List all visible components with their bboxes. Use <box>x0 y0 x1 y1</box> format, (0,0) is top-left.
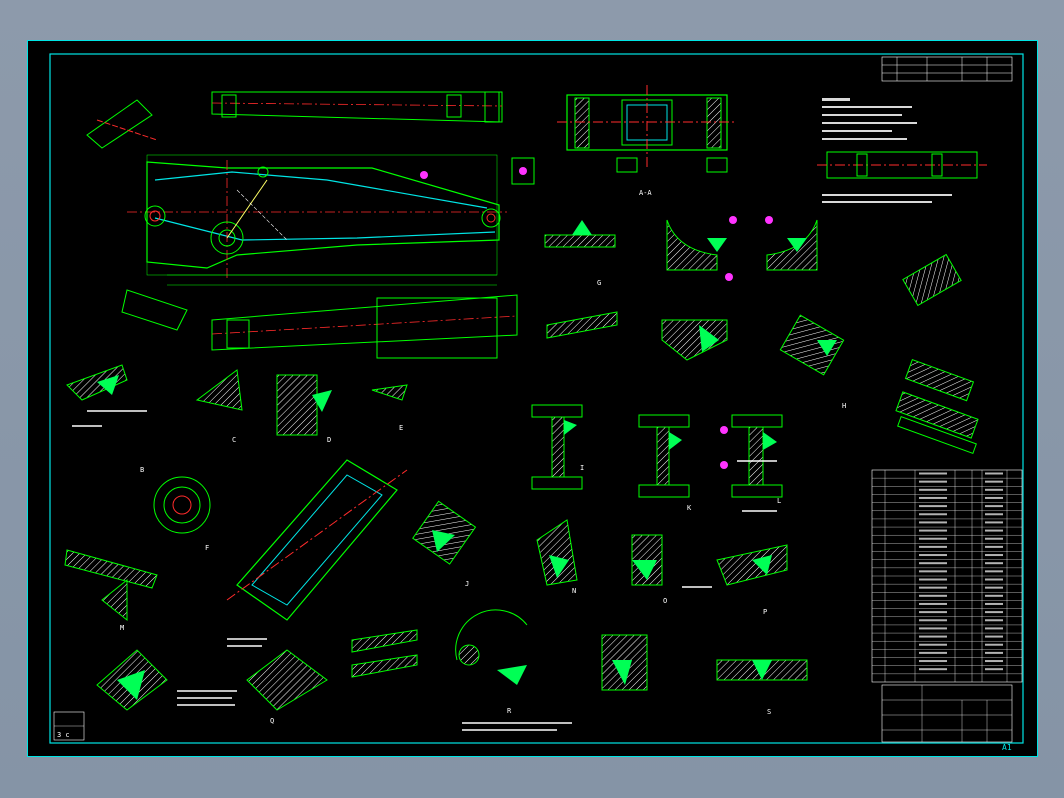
section-label-i: I <box>580 464 584 472</box>
parts-row-text <box>919 627 947 630</box>
parts-row-text <box>919 529 947 532</box>
revision-table <box>881 56 1013 82</box>
detail-top-left <box>86 99 188 331</box>
bottom-left-stamp: 3 c <box>53 711 85 741</box>
parts-row-text <box>985 586 1003 589</box>
section-label-o: O <box>663 597 667 605</box>
parts-row-text <box>985 496 1003 499</box>
section-label-q: Q <box>270 717 274 725</box>
parts-row-text <box>985 562 1003 565</box>
parts-row-text <box>985 627 1003 630</box>
parts-row-text <box>919 488 947 491</box>
section-label-m: M <box>120 624 124 632</box>
section-label-c: C <box>232 436 236 444</box>
parts-row-text <box>985 651 1003 654</box>
parts-row-text <box>985 668 1003 671</box>
arm-plan-view-bottom <box>211 294 518 359</box>
parts-row-text <box>919 643 947 646</box>
section-labels: B C D E F G H I J K L M N O P Q R S <box>120 279 846 725</box>
parts-row-text <box>985 554 1003 557</box>
parts-row-text <box>985 529 1003 532</box>
cad-viewer: A-A B C D E F G H I J K L M N O P Q R S … <box>0 0 1064 798</box>
parts-row-text <box>919 472 947 475</box>
section-label-s: S <box>767 708 771 716</box>
parts-row-text <box>919 513 947 516</box>
inner-border <box>49 53 1024 744</box>
parts-row-text <box>919 521 947 524</box>
section-label-p: P <box>763 608 767 616</box>
parts-row-text <box>985 472 1003 475</box>
parts-row-text <box>919 554 947 557</box>
drawing-canvas[interactable]: A-A B C D E F G H I J K L M N O P Q R S … <box>27 40 1038 757</box>
weld-details <box>64 171 979 711</box>
parts-row-text <box>985 594 1003 597</box>
parts-row-text <box>919 619 947 622</box>
parts-row-text <box>919 651 947 654</box>
parts-row-text <box>985 537 1003 540</box>
parts-row-text <box>985 488 1003 491</box>
parts-row-text <box>985 513 1003 516</box>
parts-row-text <box>919 562 947 565</box>
section-label-f: F <box>205 544 209 552</box>
section-label-n: N <box>572 587 576 595</box>
parts-row-text <box>985 578 1003 581</box>
parts-list-table <box>871 469 1023 683</box>
parts-row-text <box>919 496 947 499</box>
parts-row-text <box>919 545 947 548</box>
engineering-drawing: A-A B C D E F G H I J K L M N O P Q R S … <box>27 40 1038 757</box>
parts-row-text <box>985 505 1003 508</box>
parts-row-text <box>919 611 947 614</box>
section-label-g: G <box>597 279 601 287</box>
parts-row-text <box>985 480 1003 483</box>
outer-border <box>27 40 1038 757</box>
parts-row-text <box>919 586 947 589</box>
section-label-d: D <box>327 436 331 444</box>
parts-row-text <box>919 537 947 540</box>
parts-row-text <box>919 570 947 573</box>
section-label-r: R <box>507 707 512 715</box>
section-label-h: H <box>842 402 846 410</box>
parts-row-text <box>919 480 947 483</box>
section-label-a-a: A-A <box>639 189 652 197</box>
parts-row-text <box>985 643 1003 646</box>
parts-row-text <box>919 505 947 508</box>
parts-row-text <box>919 635 947 638</box>
parts-row-text <box>985 521 1003 524</box>
parts-row-text <box>919 578 947 581</box>
parts-row-text <box>919 660 947 663</box>
parts-row-text <box>985 602 1003 605</box>
parts-row-text <box>985 660 1003 663</box>
title-block: A1 <box>881 684 1013 752</box>
main-arm-elevation <box>127 154 535 286</box>
section-label-b: B <box>140 466 144 474</box>
annotation-text-lines <box>72 410 777 731</box>
section-label-j: J <box>465 580 469 588</box>
parts-row-text <box>985 570 1003 573</box>
section-label-k: K <box>687 504 692 512</box>
parts-row-text <box>985 611 1003 614</box>
arm-plan-view-top <box>211 91 503 123</box>
top-right-detail <box>817 98 987 203</box>
section-a-a: A-A <box>557 85 737 197</box>
section-label-l: L <box>777 497 781 505</box>
parts-row-text <box>985 619 1003 622</box>
parts-row-text <box>919 668 947 671</box>
parts-row-text <box>919 602 947 605</box>
parts-row-text <box>919 594 947 597</box>
parts-row-text <box>985 635 1003 638</box>
sheet-size-label: A1 <box>1002 743 1012 752</box>
section-label-e: E <box>399 424 403 432</box>
stamp-label: 3 c <box>57 731 70 739</box>
parts-row-text <box>985 545 1003 548</box>
